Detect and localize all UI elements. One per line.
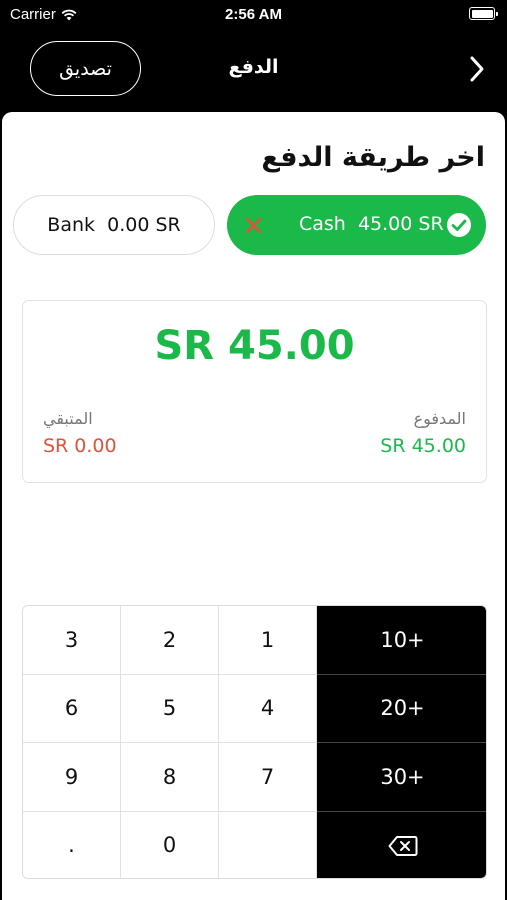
key-3[interactable]: 3 — [23, 606, 121, 675]
key-6[interactable]: 6 — [23, 674, 121, 743]
cash-amount: 45.00 SR — [357, 213, 444, 235]
remove-icon[interactable] — [245, 217, 262, 234]
paid-value: SR 45.00 — [380, 435, 466, 457]
nav-bar: تصديق الدفع — [0, 30, 507, 110]
payment-method-bank[interactable]: Bank 0.00 SR — [13, 195, 215, 255]
key-7[interactable]: 7 — [219, 743, 317, 812]
section-title: اخر طريقة الدفع — [261, 142, 485, 173]
cash-label: Cash 45.00 SR — [299, 213, 444, 235]
payment-summary-card: SR 45.00 المتبقي SR 0.00 المدفوع SR 45.0… — [22, 300, 487, 483]
cash-method-name: Cash — [299, 213, 346, 235]
key-empty — [219, 811, 317, 878]
page-title: الدفع — [228, 56, 279, 78]
key-2[interactable]: 2 — [121, 606, 219, 675]
paid-label: المدفوع — [413, 409, 466, 428]
backspace-key[interactable] — [317, 811, 486, 878]
key-0[interactable]: 0 — [121, 811, 219, 878]
key-4[interactable]: 4 — [219, 674, 317, 743]
key-decimal[interactable]: . — [23, 811, 121, 878]
total-amount: SR 45.00 — [154, 323, 355, 369]
remaining-value: SR 0.00 — [43, 435, 117, 457]
key-9[interactable]: 9 — [23, 743, 121, 812]
payment-method-cash[interactable]: Cash 45.00 SR — [227, 195, 486, 255]
payment-sheet: اخر طريقة الدفع Cash 45.00 SR Bank 0.00 … — [2, 112, 505, 900]
key-8[interactable]: 8 — [121, 743, 219, 812]
key-5[interactable]: 5 — [121, 674, 219, 743]
backspace-icon — [388, 835, 417, 856]
status-time: 2:56 AM — [225, 6, 282, 23]
check-circle-icon — [447, 213, 471, 237]
bank-amount: 0.00 SR — [107, 214, 181, 236]
remaining-label: المتبقي — [43, 409, 93, 428]
bank-method-name: Bank — [47, 214, 96, 236]
key-add-10[interactable]: 10+ — [317, 606, 486, 675]
battery-icon — [469, 7, 498, 20]
key-add-30[interactable]: 30+ — [317, 743, 486, 812]
chevron-right-icon[interactable] — [465, 54, 489, 84]
keypad: 3 2 1 10+ 6 5 4 20+ 9 8 7 30+ . 0 — [22, 605, 487, 879]
status-bar: Carrier 2:56 AM — [0, 0, 507, 30]
key-1[interactable]: 1 — [219, 606, 317, 675]
key-add-20[interactable]: 20+ — [317, 674, 486, 743]
